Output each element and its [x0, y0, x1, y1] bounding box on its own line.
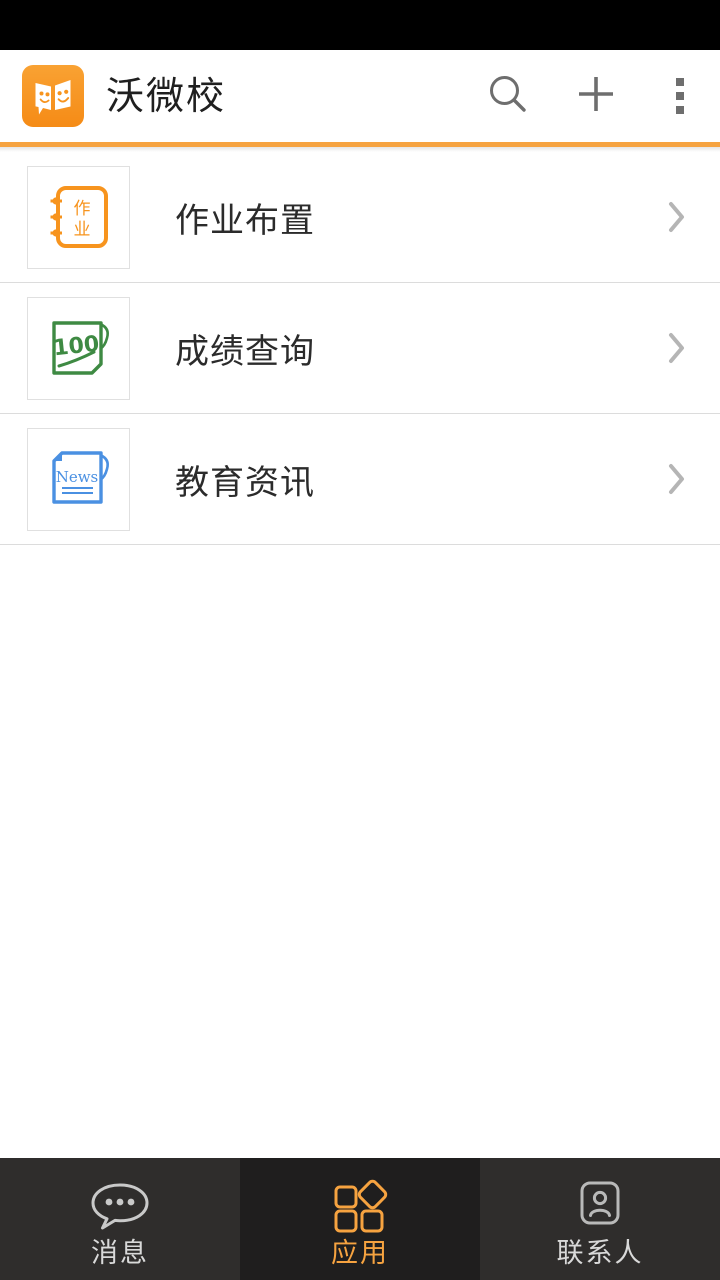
header-actions	[464, 50, 720, 142]
plus-icon	[573, 71, 619, 121]
apps-grid-icon	[331, 1178, 389, 1234]
chevron-right-icon	[662, 459, 692, 499]
search-button[interactable]	[464, 50, 552, 142]
tab-messages[interactable]: 消息	[0, 1158, 240, 1280]
svg-text:News: News	[55, 468, 98, 486]
app-list: 作 业 作业布置 100 成绩查询 News 教育资讯	[0, 152, 720, 545]
status-bar	[0, 0, 720, 50]
chevron-right-icon	[662, 328, 692, 368]
bottom-tab-bar: 消息 应用 联系人	[0, 1158, 720, 1280]
list-item[interactable]: 作 业 作业布置	[0, 152, 720, 283]
tab-label: 消息	[91, 1237, 149, 1269]
search-icon	[485, 71, 531, 121]
page-title: 沃微校	[106, 74, 227, 118]
list-item[interactable]: 100 成绩查询	[0, 283, 720, 414]
tab-contacts[interactable]: 联系人	[480, 1158, 720, 1280]
contacts-person-icon	[573, 1178, 627, 1234]
tab-apps[interactable]: 应用	[240, 1158, 480, 1280]
brand: 沃微校	[22, 65, 226, 127]
news-paper-icon: News	[27, 427, 130, 531]
more-vertical-icon	[676, 78, 684, 114]
notebook-homework-icon: 作 业	[27, 165, 130, 269]
add-button[interactable]	[552, 50, 640, 142]
app-header: 沃微校	[0, 50, 720, 142]
tab-label: 联系人	[556, 1237, 644, 1269]
svg-text:100: 100	[52, 332, 100, 362]
score-paper-100-icon: 100	[27, 296, 130, 400]
list-item-label: 作业布置	[175, 200, 315, 241]
chat-bubble-icon	[89, 1178, 151, 1234]
tab-label: 应用	[331, 1237, 389, 1269]
more-options-button[interactable]	[640, 50, 720, 142]
svg-text:作: 作	[73, 199, 90, 219]
chevron-right-icon	[662, 197, 692, 237]
list-item[interactable]: News 教育资讯	[0, 414, 720, 545]
svg-text:业: 业	[73, 220, 90, 240]
list-item-label: 教育资讯	[175, 462, 315, 503]
list-item-label: 成绩查询	[175, 331, 315, 372]
app-logo-two-faces-book	[22, 65, 84, 127]
